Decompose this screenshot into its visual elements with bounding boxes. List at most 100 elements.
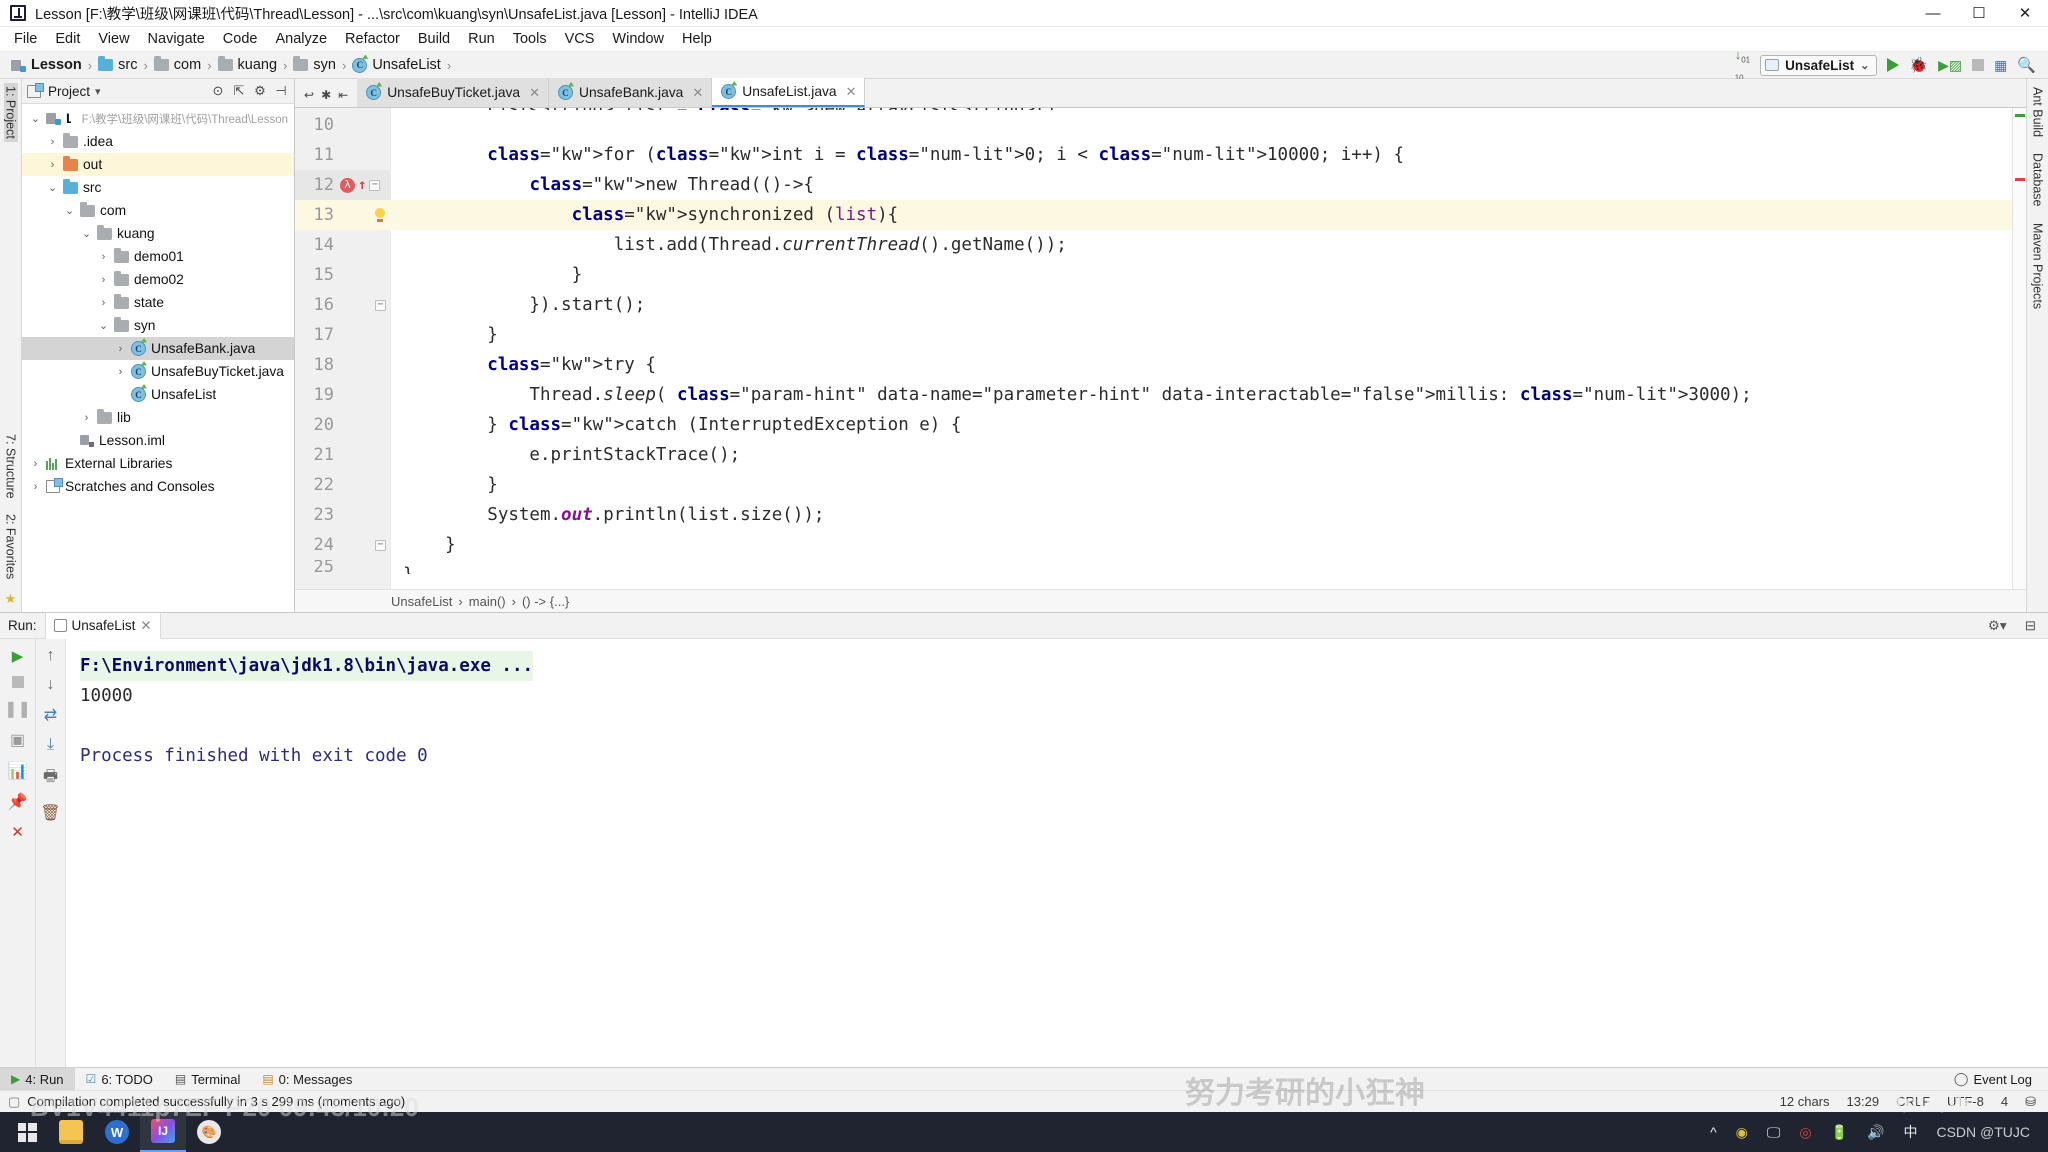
chevron-right-icon[interactable]: › bbox=[98, 297, 109, 309]
debug-button[interactable]: 🐞 bbox=[1909, 56, 1928, 74]
taskbar-app-wps[interactable]: W bbox=[94, 1112, 140, 1152]
navbar-crumb-syn[interactable]: syn bbox=[290, 56, 339, 74]
chevron-down-icon[interactable]: ⌄ bbox=[98, 319, 109, 332]
tree-node[interactable]: › demo02 bbox=[22, 268, 294, 291]
hide-run-panel-icon[interactable]: ⊟ bbox=[2025, 618, 2048, 634]
tool-window-run[interactable]: ▶ 4: Run bbox=[0, 1067, 75, 1091]
pin-icon[interactable]: ⇤ bbox=[338, 88, 348, 102]
fold-marker-icon[interactable]: − bbox=[375, 299, 386, 311]
close-tab-icon[interactable]: ✕ bbox=[846, 84, 857, 100]
navbar-crumb-com[interactable]: com bbox=[151, 56, 204, 74]
gutter-line[interactable]: 14 bbox=[295, 230, 391, 260]
status-caret-position[interactable]: 13:29 bbox=[1847, 1094, 1880, 1109]
volume-icon[interactable]: 🔊 bbox=[1867, 1124, 1884, 1141]
maximize-button[interactable]: ☐ bbox=[1956, 0, 2002, 27]
lambda-marker-icon[interactable] bbox=[340, 177, 355, 193]
tree-node[interactable]: ⌄ syn bbox=[22, 314, 294, 337]
tree-node[interactable]: Lesson.iml bbox=[22, 429, 294, 452]
event-log-button[interactable]: ◯ Event Log bbox=[1943, 1068, 2048, 1091]
code-line[interactable]: class="kw">for (class="kw">int i = class… bbox=[391, 140, 2012, 170]
display-icon[interactable]: 🖵 bbox=[1767, 1124, 1781, 1141]
start-button[interactable] bbox=[6, 1122, 48, 1142]
settings-gear-icon[interactable]: ⚙ bbox=[252, 83, 268, 99]
scroll-up-icon[interactable]: ↑ bbox=[47, 647, 55, 665]
tree-node[interactable]: ⌄ com bbox=[22, 199, 294, 222]
intention-bulb-icon[interactable] bbox=[372, 207, 387, 223]
navbar-crumb-kuang[interactable]: kuang bbox=[215, 56, 281, 74]
rail-item-maven-projects[interactable]: Maven Projects bbox=[2031, 220, 2045, 312]
tree-node[interactable]: › state bbox=[22, 291, 294, 314]
close-button[interactable]: ✕ bbox=[2002, 0, 2048, 27]
close-run-icon[interactable]: ✕ bbox=[11, 823, 24, 841]
code-line[interactable]: } bbox=[391, 530, 2012, 560]
search-icon[interactable]: 🔍 bbox=[2017, 56, 2036, 74]
menu-edit[interactable]: Edit bbox=[46, 29, 89, 49]
profiler-icon[interactable]: 📊 bbox=[8, 761, 28, 781]
override-arrow-icon[interactable]: ↑ bbox=[358, 170, 366, 200]
rail-item-ant-build[interactable]: Ant Build bbox=[2031, 84, 2045, 140]
stop-button[interactable] bbox=[1972, 59, 1985, 71]
clear-all-icon[interactable]: 🗑 bbox=[40, 803, 60, 823]
rail-item-favorites[interactable]: 2: Favorites bbox=[4, 511, 18, 582]
code-line[interactable]: } class="kw">catch (InterruptedException… bbox=[391, 410, 2012, 440]
chevron-down-icon[interactable]: ⌄ bbox=[30, 112, 41, 125]
project-tree[interactable]: ⌄ Lesson F:\教学\班级\网课班\代码\Thread\Lesson › .id… bbox=[22, 104, 294, 612]
editor-marker-bar[interactable] bbox=[2012, 108, 2026, 589]
security-icon[interactable]: ◉ bbox=[1736, 1124, 1748, 1141]
editor-tab-unsafelist[interactable]: UnsafeList.java ✕ bbox=[712, 78, 866, 107]
editor-tab-unsafebuyticket[interactable]: UnsafeBuyTicket.java ✕ bbox=[357, 78, 550, 107]
code-line[interactable]: class="kw">new Thread(()->{ bbox=[391, 170, 2012, 200]
gutter-line[interactable]: 25 bbox=[295, 560, 391, 574]
chevron-right-icon[interactable]: › bbox=[115, 343, 126, 355]
chevron-up-icon[interactable]: ^ bbox=[1710, 1124, 1717, 1140]
target-icon[interactable]: ⊙ bbox=[210, 83, 226, 99]
editor-gutter[interactable]: 9101112↑−13141516−1718192021222324−25 bbox=[295, 108, 391, 589]
menu-build[interactable]: Build bbox=[409, 29, 459, 49]
star-bookmark-icon[interactable]: ✱ bbox=[321, 88, 331, 102]
run-session-tab[interactable]: UnsafeList ✕ bbox=[44, 612, 161, 639]
navbar-crumb-lesson[interactable]: Lesson bbox=[8, 56, 85, 74]
tree-node[interactable]: › External Libraries bbox=[22, 452, 294, 475]
status-line-separator[interactable]: CRLF bbox=[1896, 1094, 1930, 1109]
code-area[interactable]: List<String> list = class="kw">new Array… bbox=[391, 108, 2012, 589]
gutter-line[interactable]: 17 bbox=[295, 320, 391, 350]
scroll-down-icon[interactable]: ↓ bbox=[47, 676, 55, 694]
gutter-line[interactable]: 21 bbox=[295, 440, 391, 470]
code-line[interactable] bbox=[391, 110, 2012, 140]
close-tab-icon[interactable]: ✕ bbox=[692, 85, 703, 101]
status-indent[interactable]: 4 bbox=[2001, 1094, 2008, 1109]
taskbar-app-paint[interactable]: 🎨 bbox=[186, 1112, 232, 1152]
close-run-tab-icon[interactable]: ✕ bbox=[140, 618, 151, 634]
gutter-line[interactable]: 15 bbox=[295, 260, 391, 290]
chevron-down-icon[interactable]: ⌄ bbox=[64, 204, 75, 217]
chevron-right-icon[interactable]: › bbox=[30, 481, 41, 493]
tool-window-terminal[interactable]: ▤ Terminal bbox=[164, 1068, 251, 1091]
taskbar-app-intellij[interactable]: IJ bbox=[140, 1112, 186, 1152]
tree-node[interactable]: › Scratches and Consoles bbox=[22, 475, 294, 498]
pin-run-icon[interactable]: 📌 bbox=[8, 792, 28, 812]
gutter-line[interactable]: 10 bbox=[295, 110, 391, 140]
menu-view[interactable]: View bbox=[89, 29, 138, 49]
chevron-right-icon[interactable]: › bbox=[30, 458, 41, 470]
status-vcs-icon[interactable]: ⛁ bbox=[2025, 1094, 2036, 1110]
editor-tab-unsafebank[interactable]: UnsafeBank.java ✕ bbox=[549, 78, 713, 107]
record-icon[interactable]: ◎ bbox=[1799, 1124, 1811, 1141]
fold-marker-icon[interactable]: − bbox=[369, 179, 381, 191]
tree-node[interactable]: › .idea bbox=[22, 130, 294, 153]
chevron-right-icon[interactable]: › bbox=[98, 274, 109, 286]
hide-panel-icon[interactable]: ⊣ bbox=[273, 83, 289, 99]
code-line[interactable]: }).start(); bbox=[391, 290, 2012, 320]
run-settings-gear-icon[interactable]: ⚙▾ bbox=[1988, 618, 2017, 634]
tree-node[interactable]: › UnsafeBuyTicket.java bbox=[22, 360, 294, 383]
tree-node[interactable]: ⌄ src bbox=[22, 176, 294, 199]
navbar-crumb-src[interactable]: src bbox=[95, 56, 140, 74]
code-line[interactable]: list.add(Thread.currentThread().getName(… bbox=[391, 230, 2012, 260]
breadcrumb-lambda[interactable]: () -> {...} bbox=[522, 594, 569, 609]
collapse-all-icon[interactable]: ⇱ bbox=[231, 83, 247, 99]
tool-window-todo[interactable]: ☑ 6: TODO bbox=[75, 1068, 164, 1091]
stop-process-icon[interactable] bbox=[11, 676, 24, 688]
chevron-right-icon[interactable]: › bbox=[81, 412, 92, 424]
code-line[interactable]: System.out.println(list.size()); bbox=[391, 500, 2012, 530]
gutter-line[interactable]: 20 bbox=[295, 410, 391, 440]
pause-icon[interactable]: ❚❚ bbox=[4, 699, 31, 719]
